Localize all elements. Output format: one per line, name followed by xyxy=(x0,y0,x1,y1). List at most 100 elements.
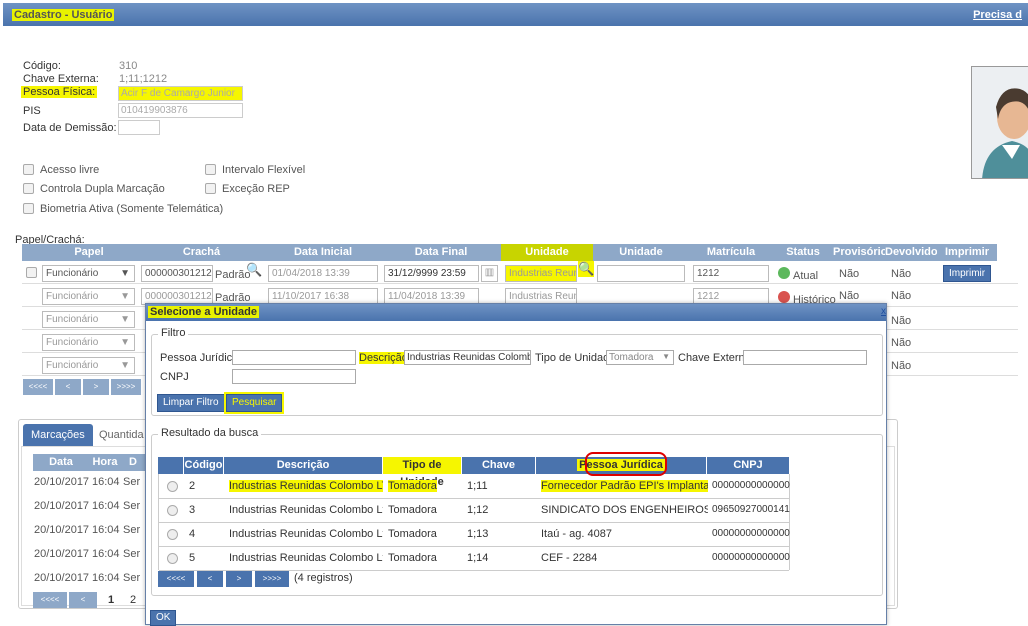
grid-col-prestadora: Unidade Prestadora xyxy=(593,244,689,275)
page-number[interactable]: 2 xyxy=(130,594,136,606)
data-inicial-input[interactable]: 01/04/2018 13:39 xyxy=(268,265,378,282)
pager-first[interactable]: <<<< xyxy=(23,379,53,395)
marc-d: Ser xyxy=(123,548,141,560)
result-radio[interactable] xyxy=(167,481,178,492)
limpar-filtro-button[interactable]: Limpar Filtro xyxy=(157,394,225,412)
res-tipo-text: Tomadora xyxy=(388,480,437,492)
matricula-input[interactable]: 1212 xyxy=(693,265,769,282)
dialog-header: Selecione a Unidade xyxy=(146,304,886,321)
excecao-rep-checkbox[interactable] xyxy=(205,183,216,194)
res-col-cnpj: CNPJ xyxy=(707,457,790,474)
calendar-icon[interactable]: ▥ xyxy=(481,265,498,282)
data-demissao-input[interactable] xyxy=(118,120,160,135)
row-checkbox[interactable] xyxy=(26,267,37,278)
pager-prev[interactable]: < xyxy=(55,379,81,395)
cnpj-input[interactable] xyxy=(232,369,356,384)
papel-value: Funcionário xyxy=(46,291,99,302)
tomadora-input[interactable]: Industrias Reunid xyxy=(505,265,577,282)
codigo-value: 310 xyxy=(119,60,138,72)
grid-col-provisorio: Provisório xyxy=(833,244,887,261)
res-pager-last[interactable]: >>>> xyxy=(255,571,289,587)
grid-col-data-inicial: Data Inicial xyxy=(265,244,381,261)
res-chave: 1;12 xyxy=(467,504,489,516)
tab-marcacoes[interactable]: Marcações xyxy=(23,424,93,446)
acesso-livre-label: Acesso livre xyxy=(40,164,100,176)
prestadora-input[interactable] xyxy=(597,265,685,282)
marc-data: 20/10/2017 xyxy=(34,572,90,584)
dupla-marcacao-checkbox[interactable] xyxy=(23,183,34,194)
res-pj: SINDICATO DOS ENGENHEIROS RS xyxy=(541,504,708,516)
pj-input[interactable] xyxy=(232,350,356,365)
result-radio[interactable] xyxy=(167,553,178,564)
chevron-down-icon: ▼ xyxy=(120,268,130,279)
status-active-icon xyxy=(778,267,790,279)
papel-select[interactable]: Funcionário ▼ xyxy=(42,288,135,305)
papel-value: Funcionário xyxy=(46,314,99,325)
biometria-checkbox[interactable] xyxy=(23,203,34,214)
annotation-circle xyxy=(585,452,667,476)
res-col-descricao: Descrição xyxy=(224,457,383,474)
pis-input[interactable]: 010419903876 xyxy=(118,103,243,118)
papel-select[interactable]: Funcionário ▼ xyxy=(42,357,135,374)
tipo-unidade-select[interactable]: Tomadora ▼ xyxy=(606,350,674,365)
descricao-input[interactable]: Industrias Reunidas Colombo xyxy=(404,350,531,365)
res-tipo: Tomadora xyxy=(385,474,462,498)
res-cnpj: 00000000000000 xyxy=(712,552,790,563)
res-codigo: 5 xyxy=(189,552,196,564)
intervalo-checkbox[interactable] xyxy=(205,164,216,175)
search-icon[interactable]: 🔍 xyxy=(246,262,262,278)
res-pager-prev[interactable]: < xyxy=(197,571,223,587)
row-divider xyxy=(159,570,789,571)
res-pager-first[interactable]: <<<< xyxy=(158,571,194,587)
user-photo xyxy=(971,66,1028,179)
res-descricao: Industrias Reunidas Colombo LTDA xyxy=(226,474,383,498)
results-count: (4 registros) xyxy=(294,572,353,584)
selecione-unidade-dialog: Selecione a Unidade x Filtro Pessoa Jurí… xyxy=(145,303,887,626)
pager-last[interactable]: >>>> xyxy=(111,379,141,395)
res-cnpj: 09650927000141 xyxy=(712,504,790,515)
data-final-input[interactable]: 31/12/9999 23:59 xyxy=(384,265,479,282)
chevron-down-icon: ▼ xyxy=(662,352,670,361)
help-link[interactable]: Precisa d xyxy=(973,9,1022,21)
search-icon[interactable]: 🔍 xyxy=(578,261,595,277)
chave-externa-label: Chave Externa xyxy=(678,352,751,364)
status-label: Atual xyxy=(793,270,819,282)
pessoa-fisica-input[interactable]: Acir F de Camargo Junior xyxy=(118,86,243,101)
window-title: Cadastro - Usuário xyxy=(12,9,115,21)
grid-col-data-final: Data Final xyxy=(381,244,501,261)
pager-next[interactable]: > xyxy=(83,379,109,395)
acesso-livre-checkbox[interactable] xyxy=(23,164,34,175)
imprimir-button[interactable]: Imprimir xyxy=(943,265,991,282)
status-history-icon xyxy=(778,291,790,303)
res-descricao: Industrias Reunidas Colombo Ltda xyxy=(229,528,383,540)
papel-select[interactable]: Funcionário ▼ xyxy=(42,334,135,351)
papel-select[interactable]: Funcionário ▼ xyxy=(42,265,135,282)
marc-pager-prev[interactable]: < xyxy=(69,592,97,608)
close-icon[interactable]: x xyxy=(881,306,886,317)
res-pager-next[interactable]: > xyxy=(226,571,252,587)
pesquisar-button[interactable]: Pesquisar xyxy=(223,392,285,414)
marc-data: 20/10/2017 xyxy=(34,524,90,536)
cracha-input[interactable]: 000000301212 xyxy=(141,265,213,282)
filtro-legend: Filtro xyxy=(158,327,189,339)
res-descricao-text: Industrias Reunidas Colombo LTDA xyxy=(229,480,383,492)
res-pj-text: Fornecedor Padrão EPI's Implantação xyxy=(541,480,708,492)
res-cnpj: 00000000000000 xyxy=(712,528,790,539)
excecao-rep-label: Exceção REP xyxy=(222,183,290,195)
page-number[interactable]: 1 xyxy=(108,594,114,606)
ok-button[interactable]: OK xyxy=(150,610,177,626)
chave-externa-input[interactable] xyxy=(743,350,867,365)
result-radio[interactable] xyxy=(167,505,178,516)
marc-data: 20/10/2017 xyxy=(34,500,90,512)
grid-col-papel: Papel xyxy=(40,244,138,261)
marc-pager-first[interactable]: <<<< xyxy=(33,592,67,608)
tab-quantidade[interactable]: Quantida xyxy=(91,424,152,446)
biometria-label: Biometria Ativa (Somente Telemática) xyxy=(40,203,224,215)
chave-externa-label: Chave Externa: xyxy=(23,73,99,85)
papel-select[interactable]: Funcionário ▼ xyxy=(42,311,135,328)
devolvido-value: Não xyxy=(891,337,912,349)
provisorio-value: Não xyxy=(839,290,860,302)
result-radio[interactable] xyxy=(167,529,178,540)
grid-col-cracha: Crachá xyxy=(138,244,265,261)
dialog-title: Selecione a Unidade xyxy=(148,306,259,318)
